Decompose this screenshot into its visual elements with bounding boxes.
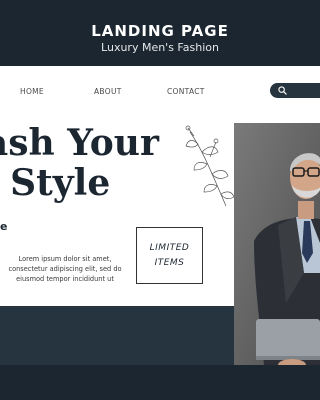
banner-title: LANDING PAGE [91,22,229,40]
hero-headline-line1: eash Your [0,122,159,164]
nav-contact-link[interactable]: CONTACT [167,87,205,96]
hero-body-line: consectetur adipiscing elit, sed do [8,265,122,273]
search-bar[interactable] [270,83,320,98]
banner-subtitle: Luxury Men's Fashion [101,41,219,54]
limited-items-label-line1: LIMITED [149,242,190,253]
landing-page-mockup: HOME ABOUT CONTACT eash Your ic Style e … [0,66,320,365]
botanical-illustration [185,125,235,207]
model-photo-illustration [234,123,320,365]
nav-about-link[interactable]: ABOUT [94,87,122,96]
hero-headline-line2: ic Style [0,162,111,204]
footer-band [0,306,234,365]
search-icon [278,86,287,95]
hero-body-line: eiusmod tempor incididunt ut [16,275,114,283]
limited-items-label-line2: ITEMS [154,257,185,268]
nav-home-link[interactable]: HOME [20,87,44,96]
limited-items-badge[interactable]: LIMITED ITEMS [136,227,203,284]
hero-text-fragment: e [0,220,8,233]
hero-body-line: Lorem ipsum dolor sit amet, [18,255,112,263]
model-photo [234,123,320,365]
